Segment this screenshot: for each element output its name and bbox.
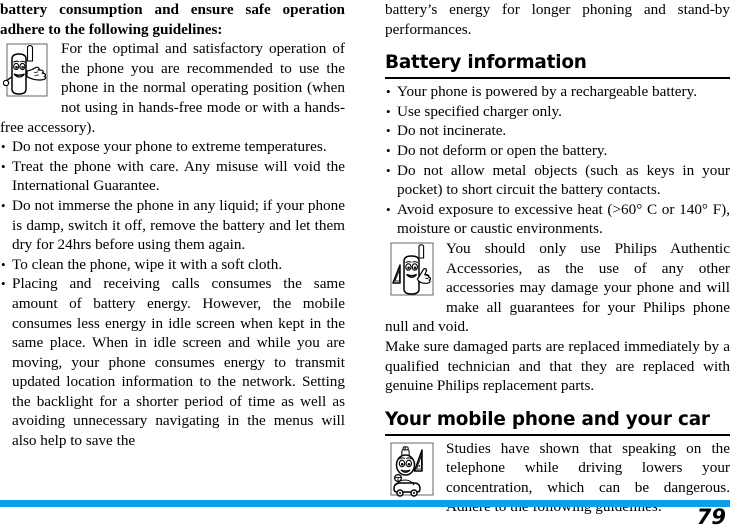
phone-character-warning-pointing-icon	[388, 241, 440, 299]
list-item: Avoid exposure to excessive heat (>60° C…	[385, 200, 730, 239]
list-item: Do not immerse the phone in any liquid; …	[0, 196, 345, 255]
figure-block-authentic-accessories: You should only use Philips Authentic Ac…	[385, 239, 730, 337]
continued-paragraph: battery’s energy for longer phoning and …	[385, 1, 730, 38]
safety-guidelines-list: Do not expose your phone to extreme temp…	[0, 137, 345, 451]
figure-block-operating-position: For the optimal and satisfactory operati…	[0, 39, 345, 137]
list-item: Treat the phone with care. Any misuse wi…	[0, 157, 345, 196]
heading-rule	[385, 433, 730, 436]
list-item: Placing and receiving calls consumes the…	[0, 274, 345, 450]
phone-character-pointing-icon	[3, 41, 55, 99]
list-item: Use specified charger only.	[385, 102, 730, 122]
section-heading-mobile-phone-and-car: Your mobile phone and your car	[385, 408, 710, 430]
list-item: Do not deform or open the battery.	[385, 141, 730, 161]
list-item: Do not expose your phone to extreme temp…	[0, 137, 345, 157]
section-heading-battery-information: Battery information	[385, 52, 587, 74]
phone-character-driving-car-warning-icon	[388, 441, 440, 499]
heading-rule	[385, 77, 730, 80]
page-number: 79	[696, 505, 726, 529]
footer-accent-bar	[0, 500, 730, 507]
intro-paragraph: battery consumption and ensure safe oper…	[0, 1, 345, 38]
closing-paragraph-replacement-parts: Make sure damaged parts are replaced imm…	[385, 337, 730, 395]
battery-information-list: Your phone is powered by a rechargeable …	[385, 82, 730, 239]
list-item: To clean the phone, wipe it with a soft …	[0, 255, 345, 275]
list-item: Do not allow metal objects (such as keys…	[385, 161, 730, 200]
list-item: Do not incinerate.	[385, 121, 730, 141]
left-column: battery consumption and ensure safe oper…	[0, 0, 345, 451]
list-item: Your phone is powered by a rechargeable …	[385, 82, 730, 102]
right-column: battery’s energy for longer phoning and …	[385, 0, 730, 517]
manual-page: battery consumption and ensure safe oper…	[0, 0, 730, 529]
